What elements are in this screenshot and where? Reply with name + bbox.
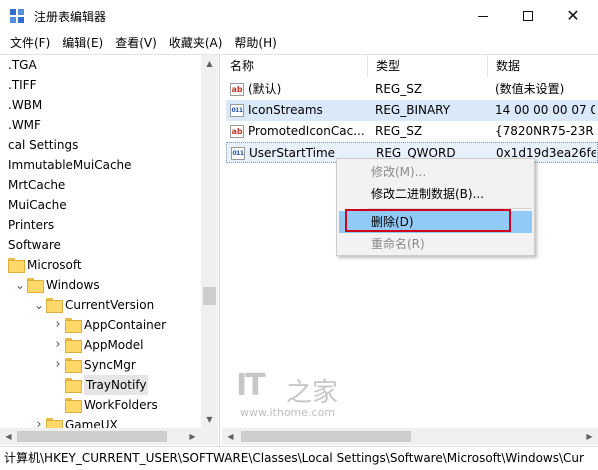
tree-item-label: ImmutableMuiCache <box>8 158 132 172</box>
tree-item-label: .WBM <box>8 98 43 112</box>
tree-item-label: MrtCache <box>8 178 66 192</box>
watermark-logo-cn: 之家 <box>286 378 339 408</box>
tree-item-label: MuiCache <box>8 198 67 212</box>
chevron-right-icon[interactable]: › <box>53 335 63 355</box>
watermark-url: www.ithome.com <box>240 406 336 419</box>
maximize-icon <box>523 11 533 21</box>
folder-icon <box>27 278 44 293</box>
tree-item-label: .WMF <box>8 118 41 132</box>
maximize-button[interactable] <box>505 0 551 32</box>
title-bar: 注册表编辑器 ✕ <box>0 0 598 32</box>
tree-item-label: Printers <box>8 218 55 232</box>
folder-icon <box>65 378 82 393</box>
watermark-logo: IT <box>236 368 266 403</box>
context-menu: 修改(M)... 修改二进制数据(B)... 删除(D) 重命名(R) <box>336 158 535 256</box>
tree-scroll-thumb[interactable] <box>203 287 216 305</box>
scroll-right-icon[interactable]: ▶ <box>581 428 598 445</box>
tree-item-label: .TIFF <box>8 78 37 92</box>
context-separator <box>367 208 531 209</box>
minimize-icon <box>478 15 488 17</box>
folder-icon <box>8 258 25 273</box>
tree-item-label: WorkFolders <box>84 398 158 412</box>
value-type: REG_SZ <box>375 82 423 96</box>
regedit-icon <box>10 9 26 24</box>
folder-icon <box>65 338 82 353</box>
list-horizontal-scrollbar[interactable]: ◀ ▶ <box>222 428 598 445</box>
value-name: IconStreams <box>248 103 323 117</box>
value-data: (数值未设置) <box>495 82 565 96</box>
value-row[interactable]: 011 IconStreams REG_BINARY 14 00 00 00 07 0 <box>226 100 598 121</box>
chevron-right-icon[interactable]: › <box>53 355 63 375</box>
ithome-watermark: IT 之家 www.ithome.com <box>236 368 356 422</box>
menu-file[interactable]: 文件(F) <box>4 32 56 54</box>
value-type: REG_BINARY <box>375 103 451 117</box>
list-hscroll-thumb[interactable] <box>241 431 411 442</box>
close-icon: ✕ <box>566 6 580 25</box>
list-header: 名称 类型 数据 <box>222 55 598 77</box>
status-bar-path: 计算机\HKEY_CURRENT_USER\SOFTWARE\Classes\L… <box>0 446 598 470</box>
value-data: 14 00 00 00 07 0 <box>495 103 595 117</box>
menu-help[interactable]: 帮助(H) <box>228 32 282 54</box>
column-type-header[interactable]: 类型 <box>368 55 488 77</box>
minimize-button[interactable] <box>460 0 506 32</box>
folder-icon <box>46 298 63 313</box>
string-value-icon: ab <box>230 83 244 96</box>
menu-view[interactable]: 查看(V) <box>109 32 163 54</box>
menu-bar: 文件(F) 编辑(E) 查看(V) 收藏夹(A) 帮助(H) <box>0 32 598 54</box>
folder-icon <box>65 358 82 373</box>
key-tree-pane: .TGA .TIFF .WBM .WMF cal Settings ImmutableMu… <box>0 54 220 446</box>
tree-item-label: Software <box>8 238 61 252</box>
value-row[interactable]: ab PromotedIconCac... REG_SZ {7820NR75-23R3 <box>226 121 598 142</box>
tree-item-label: cal Settings <box>8 138 79 152</box>
context-rename[interactable]: 重命名(R) <box>339 233 532 255</box>
scroll-down-icon[interactable]: ▼ <box>201 411 218 428</box>
column-name-header[interactable]: 名称 <box>222 55 368 77</box>
string-value-icon: ab <box>230 125 244 138</box>
value-data: {7820NR75-23R3 <box>495 124 595 138</box>
folder-icon <box>65 318 82 333</box>
value-name: PromotedIconCac... <box>248 124 365 138</box>
context-modify-binary[interactable]: 修改二进制数据(B)... <box>339 183 532 205</box>
context-delete[interactable]: 删除(D) <box>339 211 532 233</box>
chevron-down-icon[interactable]: ⌄ <box>15 275 25 295</box>
value-type: REG_SZ <box>375 124 423 138</box>
tree-vertical-scrollbar[interactable]: ▲ ▼ <box>201 55 218 428</box>
menu-edit[interactable]: 编辑(E) <box>56 32 109 54</box>
chevron-right-icon[interactable]: › <box>53 315 63 335</box>
tree-item-label: Microsoft <box>27 258 82 272</box>
scroll-right-icon[interactable]: ▶ <box>184 428 201 445</box>
tree-item-label: Windows <box>46 278 100 292</box>
close-button[interactable]: ✕ <box>550 0 596 32</box>
chevron-down-icon[interactable]: ⌄ <box>34 295 44 315</box>
column-data-header[interactable]: 数据 <box>488 55 598 77</box>
tree-item-label: .TGA <box>8 58 37 72</box>
value-name: (默认) <box>248 82 282 96</box>
scroll-left-icon[interactable]: ◀ <box>0 428 17 445</box>
scroll-left-icon[interactable]: ◀ <box>222 428 239 445</box>
tree-item-label: AppContainer <box>84 318 167 332</box>
tree-item-label: AppModel <box>84 338 144 352</box>
value-row[interactable]: ab (默认) REG_SZ (数值未设置) <box>226 79 598 100</box>
folder-icon <box>65 398 82 413</box>
binary-value-icon: 011 <box>230 104 244 117</box>
binary-value-icon: 011 <box>231 147 245 160</box>
tree-item-label: CurrentVersion <box>65 298 155 312</box>
tree-item-label: TrayNotify <box>84 375 149 395</box>
tree-item-label: SyncMgr <box>84 358 136 372</box>
context-modify[interactable]: 修改(M)... <box>339 161 532 183</box>
menu-favorites[interactable]: 收藏夹(A) <box>163 32 229 54</box>
tree-hscroll-thumb[interactable] <box>17 431 167 442</box>
window-title: 注册表编辑器 <box>34 10 107 24</box>
scroll-up-icon[interactable]: ▲ <box>201 55 218 72</box>
tree-horizontal-scrollbar[interactable]: ◀ ▶ <box>0 428 218 445</box>
